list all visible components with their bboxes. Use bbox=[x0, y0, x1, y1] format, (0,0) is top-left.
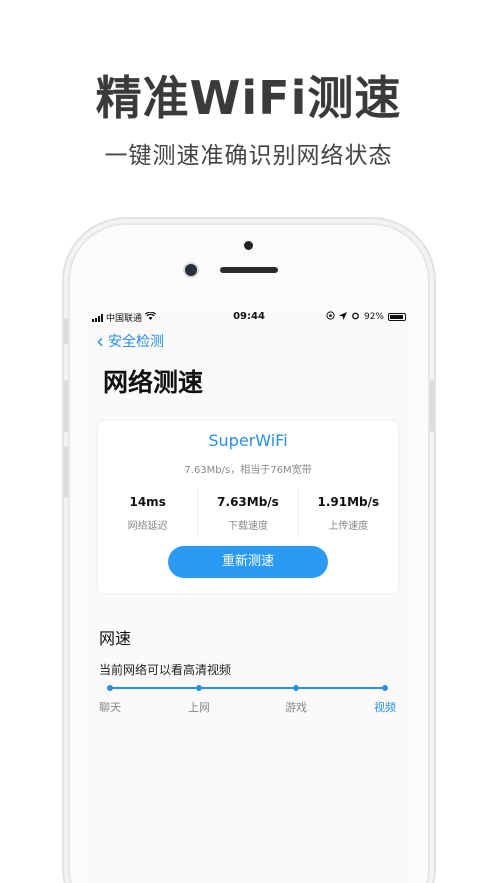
scale-label-chat: 聊天 bbox=[99, 701, 121, 714]
phone-sensor bbox=[244, 241, 253, 250]
stat-label: 上传速度 bbox=[328, 521, 369, 532]
page-title: 网络测速 bbox=[103, 368, 204, 397]
phone-camera bbox=[185, 264, 197, 276]
stat-latency: 14ms 网络延迟 bbox=[98, 489, 197, 537]
stat-value: 14ms bbox=[129, 495, 166, 509]
stat-upload: 1.91Mb/s 上传速度 bbox=[297, 489, 398, 537]
retest-button[interactable]: 重新测速 bbox=[168, 546, 328, 578]
phone-side-button bbox=[430, 380, 434, 432]
lock-rotation-icon bbox=[326, 311, 335, 323]
stats-row: 14ms 网络延迟 7.63Mb/s 下载速度 1.91Mb/s 上传速度 bbox=[98, 489, 398, 537]
speed-description: 当前网络可以看高清视频 bbox=[99, 663, 232, 677]
status-bar: 中国联通 09:44 92% bbox=[88, 307, 410, 327]
stat-value: 1.91Mb/s bbox=[317, 495, 380, 509]
scale-dot bbox=[293, 685, 299, 691]
location-icon bbox=[338, 311, 347, 323]
stat-label: 下载速度 bbox=[227, 521, 268, 532]
phone-side-button bbox=[64, 446, 68, 498]
phone-speaker bbox=[220, 267, 278, 273]
wifi-ssid: SuperWiFi bbox=[208, 431, 288, 450]
back-button[interactable]: ‹ 安全检测 bbox=[96, 331, 164, 351]
scale-label-browse: 上网 bbox=[188, 701, 210, 714]
speed-section-title: 网速 bbox=[99, 629, 132, 648]
stat-value: 7.63Mb/s bbox=[217, 495, 279, 509]
promo-headline: 精准WiFi测速 bbox=[95, 71, 402, 125]
scale-dot bbox=[196, 685, 202, 691]
phone-side-button bbox=[64, 380, 68, 432]
phone-side-button bbox=[64, 318, 68, 344]
scale-dot bbox=[382, 685, 388, 691]
stat-download: 7.63Mb/s 下载速度 bbox=[197, 489, 297, 537]
battery-icon bbox=[388, 313, 406, 321]
alarm-icon bbox=[351, 311, 360, 323]
speed-summary: 7.63Mb/s，相当于76M宽带 bbox=[184, 465, 312, 476]
phone-screen: 中国联通 09:44 92% ‹ 安全检测 网络测速 SuperWiFi 7.6… bbox=[88, 307, 410, 883]
scale-label-game: 游戏 bbox=[285, 701, 307, 714]
speed-scale bbox=[107, 685, 388, 691]
scale-label-video: 视频 bbox=[374, 701, 396, 714]
result-card: SuperWiFi 7.63Mb/s，相当于76M宽带 14ms 网络延迟 7.… bbox=[98, 421, 398, 593]
back-label: 安全检测 bbox=[108, 334, 164, 350]
scale-dot bbox=[107, 685, 113, 691]
stat-label: 网络延迟 bbox=[127, 521, 168, 532]
battery-percent: 92% bbox=[363, 312, 384, 322]
chevron-left-icon: ‹ bbox=[96, 329, 104, 353]
promo-subline: 一键测速准确识别网络状态 bbox=[104, 143, 393, 169]
